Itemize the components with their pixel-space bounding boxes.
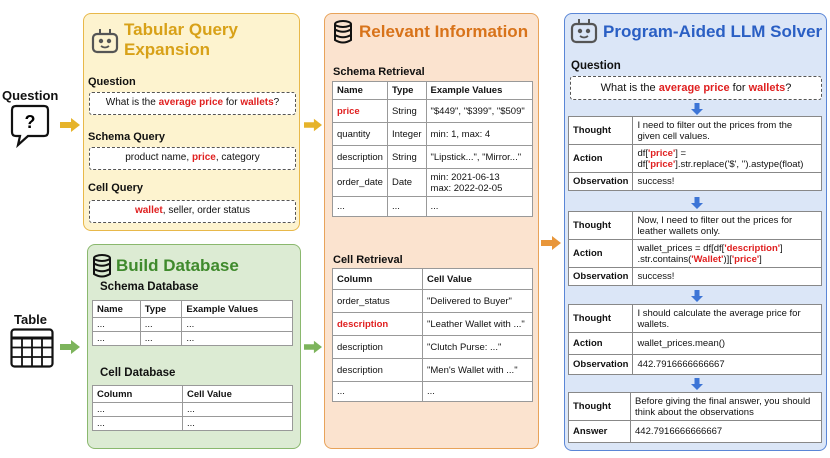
table-row: description "Clutch Purse: ..." — [332, 335, 533, 359]
table-row: price String "$449", "$399", "$509" — [332, 99, 534, 123]
panel-title: Relevant Information — [359, 22, 529, 41]
table-row: description String "Lipstick...", "Mirror.… — [332, 145, 534, 169]
question-section-label: Question — [571, 60, 621, 72]
panel-title: Tabular Query Expansion — [124, 20, 238, 59]
table-row: ...... — [92, 416, 293, 431]
svg-text:?: ? — [25, 112, 36, 132]
arrow-right-icon — [60, 340, 80, 354]
arrow-down-icon — [691, 197, 703, 209]
reasoning-step: Thought Before giving the final answer, y… — [568, 392, 822, 443]
table-row: ...... — [332, 381, 533, 402]
table-row: description "Men's Wallet with ..." — [332, 358, 533, 382]
arrow-right-icon — [541, 236, 561, 250]
table-row: ......... — [92, 317, 293, 332]
schema-query-box: product name, price, category — [89, 147, 296, 170]
schema-database-table: Name Type Example Values ......... .......… — [92, 300, 293, 346]
table-grid-icon — [10, 328, 54, 368]
column-header: Cell Value — [422, 268, 533, 290]
table-row: ......... — [332, 196, 534, 217]
program-aided-llm-solver-panel: Program-Aided LLM Solver Question What i… — [564, 13, 827, 451]
column-header: Column — [332, 268, 423, 290]
arrow-right-icon — [60, 118, 80, 132]
cell-database-table: Column Cell Value ...... ...... — [92, 385, 293, 431]
cell-query-label: Cell Query — [88, 182, 144, 194]
table-row: quantity Integer min: 1, max: 4 — [332, 122, 534, 146]
arrow-right-icon — [304, 340, 322, 354]
panel-title: Program-Aided LLM Solver — [603, 22, 823, 41]
question-section-label: Question — [88, 76, 136, 88]
robot-icon — [91, 29, 119, 54]
speech-bubble-question-icon: ? — [10, 104, 50, 148]
schema-retrieval-table: Name Type Example Values price String "$449"… — [332, 81, 534, 217]
arrow-down-icon — [691, 290, 703, 302]
tabular-query-expansion-panel: Tabular Query Expansion Question What is… — [83, 13, 300, 231]
table-row: ...... — [92, 402, 293, 417]
cell-database-label: Cell Database — [100, 367, 176, 379]
column-header: Type — [386, 81, 427, 100]
reasoning-step: Thought I should calculate the average pr… — [567, 304, 822, 375]
schema-database-label: Schema Database — [100, 281, 199, 293]
question-text-box: What is the average price for wallets? — [570, 76, 822, 100]
column-header: Name — [92, 300, 141, 318]
cell-retrieval-table: Column Cell Value order_status "Delivered … — [332, 268, 533, 402]
database-icon — [93, 254, 111, 278]
schema-query-label: Schema Query — [88, 131, 166, 143]
column-header: Name — [332, 81, 388, 100]
arrow-down-icon — [691, 378, 703, 390]
panel-title: Build Database — [116, 256, 239, 275]
question-label: Question — [2, 88, 59, 103]
reasoning-step: Thought Now, I need to filter out the pri… — [567, 211, 822, 286]
build-database-panel: Build Database Schema Database Name Type E… — [87, 244, 301, 449]
cell-retrieval-label: Cell Retrieval — [333, 254, 403, 266]
table-row: ......... — [92, 331, 293, 346]
column-header: Example Values — [181, 300, 293, 318]
schema-retrieval-label: Schema Retrieval — [333, 66, 425, 78]
column-header: Column — [92, 385, 183, 403]
table-row: description "Leather Wallet with ..." — [332, 312, 533, 336]
table-row: order_status "Delivered to Buyer" — [332, 289, 533, 313]
question-text-box: What is the average price for wallets? — [89, 92, 296, 115]
robot-icon — [570, 19, 598, 44]
reasoning-step: Thought I need to filter out the prices f… — [567, 116, 822, 191]
database-icon — [334, 20, 352, 44]
column-header: Example Values — [425, 81, 534, 100]
column-header: Type — [139, 300, 183, 318]
cell-query-box: wallet, seller, order status — [89, 200, 296, 223]
arrow-down-icon — [691, 103, 703, 115]
column-header: Cell Value — [182, 385, 293, 403]
table-row: order_date Date min: 2021-06-13 max: 2022-… — [332, 168, 534, 197]
relevant-information-panel: Relevant Information Schema Retrieval Na… — [324, 13, 539, 449]
arrow-right-icon — [304, 118, 322, 132]
table-label: Table — [14, 312, 47, 327]
